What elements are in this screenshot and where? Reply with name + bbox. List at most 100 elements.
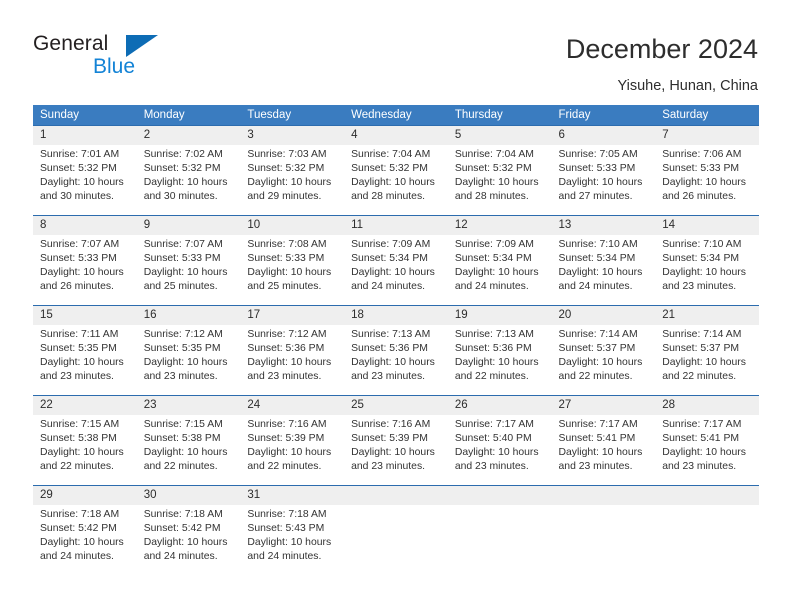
calendar-day-cell[interactable]: 26 Sunrise: 7:17 AM Sunset: 5:40 PM Dayligh… xyxy=(447,395,552,486)
day-sunrise-line: Sunrise: 7:07 AM xyxy=(40,239,120,250)
day-sunrise-line: Sunrise: 7:10 AM xyxy=(662,239,742,250)
calendar-day-cell[interactable]: 24 Sunrise: 7:16 AM Sunset: 5:39 PM Dayligh… xyxy=(240,395,345,486)
day-sunset-line: Sunset: 5:38 PM xyxy=(143,433,221,445)
day-number: 22 xyxy=(33,396,137,415)
day-details: Sunrise: 7:10 AM Sunset: 5:34 PM Daylight:… xyxy=(655,235,759,302)
day-sunset-line: Sunset: 5:33 PM xyxy=(662,163,740,175)
day-daylight-line: Daylight: 10 hours xyxy=(558,447,643,459)
calendar-day-cell[interactable]: 4 Sunrise: 7:04 AM Sunset: 5:32 PM Daylight… xyxy=(344,125,448,216)
day-number: 8 xyxy=(33,216,137,235)
calendar-day-cell[interactable]: 27 Sunrise: 7:17 AM Sunset: 5:41 PM Dayligh… xyxy=(551,395,656,486)
day-sunset-line: Sunset: 5:40 PM xyxy=(454,433,532,445)
calendar-day-cell[interactable]: 7 Sunrise: 7:06 AM Sunset: 5:33 PM Daylight… xyxy=(655,125,759,216)
day-sunrise-line: Sunrise: 7:15 AM xyxy=(143,419,223,430)
calendar-day-cell[interactable]: 10 Sunrise: 7:08 AM Sunset: 5:33 PM Dayligh… xyxy=(240,215,345,306)
calendar-day-cell[interactable]: 5 Sunrise: 7:04 AM Sunset: 5:32 PM Daylight… xyxy=(447,125,552,216)
day-number xyxy=(551,486,656,505)
day-sunset-line: Sunset: 5:33 PM xyxy=(40,253,117,265)
day-sunset-line: Sunset: 5:39 PM xyxy=(351,433,428,445)
day-sunrise-line: Sunrise: 7:01 AM xyxy=(40,149,120,160)
calendar-day-cell[interactable]: 22 Sunrise: 7:15 AM Sunset: 5:38 PM Dayligh… xyxy=(33,395,137,486)
day-sunset-line: Sunset: 5:36 PM xyxy=(351,343,428,355)
day-sunset-line: Sunset: 5:43 PM xyxy=(247,523,325,535)
day-sunrise-line: Sunrise: 7:14 AM xyxy=(662,329,742,340)
calendar-day-cell[interactable]: 25 Sunrise: 7:16 AM Sunset: 5:39 PM Dayligh… xyxy=(344,395,448,486)
day-sunrise-line: Sunrise: 7:18 AM xyxy=(143,509,223,520)
day-sunset-line: Sunset: 5:32 PM xyxy=(454,163,532,175)
calendar-day-cell[interactable]: 8 Sunrise: 7:07 AM Sunset: 5:33 PM Daylight… xyxy=(33,215,137,306)
day-daylight-line: Daylight: 10 hours xyxy=(247,357,332,369)
day-number: 18 xyxy=(344,306,448,325)
day-details: Sunrise: 7:13 AM Sunset: 5:36 PM Daylight:… xyxy=(448,325,552,392)
day-daylight-line: and 23 minutes. xyxy=(558,461,633,473)
calendar-day-cell[interactable]: 2 Sunrise: 7:02 AM Sunset: 5:32 PM Daylight… xyxy=(136,125,241,216)
calendar-day-cell[interactable]: 19 Sunrise: 7:13 AM Sunset: 5:36 PM Dayligh… xyxy=(447,305,552,396)
day-number: 30 xyxy=(136,486,241,505)
day-number: 21 xyxy=(655,306,759,325)
day-daylight-line: and 23 minutes. xyxy=(662,281,737,293)
day-details: Sunrise: 7:18 AM Sunset: 5:42 PM Daylight:… xyxy=(137,505,241,572)
logo-text-blue: Blue xyxy=(93,55,136,78)
day-sunrise-line: Sunrise: 7:16 AM xyxy=(247,419,327,430)
calendar-week-row: 29 Sunrise: 7:18 AM Sunset: 5:42 PM Dayligh… xyxy=(33,485,759,572)
day-daylight-line: Daylight: 10 hours xyxy=(454,357,539,369)
calendar-day-cell[interactable]: 15 Sunrise: 7:11 AM Sunset: 5:35 PM Dayligh… xyxy=(33,305,137,396)
calendar-day-cell[interactable]: 11 Sunrise: 7:09 AM Sunset: 5:34 PM Dayligh… xyxy=(344,215,448,306)
calendar-day-cell[interactable]: 20 Sunrise: 7:14 AM Sunset: 5:37 PM Dayligh… xyxy=(551,305,656,396)
day-sunrise-line: Sunrise: 7:11 AM xyxy=(40,329,119,340)
calendar-day-cell[interactable]: 30 Sunrise: 7:18 AM Sunset: 5:42 PM Dayligh… xyxy=(136,485,241,572)
day-details: Sunrise: 7:14 AM Sunset: 5:37 PM Daylight:… xyxy=(655,325,759,392)
generalblue-logo[interactable]: General Blue xyxy=(33,32,193,84)
day-number: 15 xyxy=(33,306,137,325)
day-number: 20 xyxy=(551,306,656,325)
day-number: 27 xyxy=(551,396,656,415)
day-daylight-line: and 30 minutes. xyxy=(40,191,114,203)
calendar-day-cell[interactable]: 31 Sunrise: 7:18 AM Sunset: 5:43 PM Dayligh… xyxy=(240,485,345,572)
day-daylight-line: Daylight: 10 hours xyxy=(662,357,746,369)
day-daylight-line: Daylight: 10 hours xyxy=(662,267,746,279)
calendar-day-cell[interactable]: 9 Sunrise: 7:07 AM Sunset: 5:33 PM Daylight… xyxy=(136,215,241,306)
calendar-day-cell-empty xyxy=(447,485,552,572)
day-details: Sunrise: 7:13 AM Sunset: 5:36 PM Daylight:… xyxy=(344,325,448,392)
calendar-day-cell[interactable]: 3 Sunrise: 7:03 AM Sunset: 5:32 PM Daylight… xyxy=(240,125,345,216)
calendar-day-cell[interactable]: 29 Sunrise: 7:18 AM Sunset: 5:42 PM Dayligh… xyxy=(33,485,137,572)
day-daylight-line: Daylight: 10 hours xyxy=(351,447,435,459)
day-daylight-line: Daylight: 10 hours xyxy=(247,447,332,459)
day-daylight-line: and 23 minutes. xyxy=(247,371,322,383)
day-sunrise-line: Sunrise: 7:13 AM xyxy=(351,329,431,340)
day-number: 31 xyxy=(240,486,345,505)
day-daylight-line: Daylight: 10 hours xyxy=(662,177,746,189)
day-sunset-line: Sunset: 5:41 PM xyxy=(558,433,636,445)
day-number xyxy=(344,486,448,505)
day-sunrise-line: Sunrise: 7:12 AM xyxy=(143,329,223,340)
day-details: Sunrise: 7:02 AM Sunset: 5:32 PM Daylight:… xyxy=(137,145,241,212)
day-details: Sunrise: 7:07 AM Sunset: 5:33 PM Daylight:… xyxy=(33,235,137,302)
day-sunrise-line: Sunrise: 7:14 AM xyxy=(558,329,638,340)
day-daylight-line: Daylight: 10 hours xyxy=(558,177,643,189)
day-sunset-line: Sunset: 5:36 PM xyxy=(247,343,325,355)
calendar-day-cell[interactable]: 23 Sunrise: 7:15 AM Sunset: 5:38 PM Dayligh… xyxy=(136,395,241,486)
calendar-day-cell[interactable]: 21 Sunrise: 7:14 AM Sunset: 5:37 PM Dayligh… xyxy=(655,305,759,396)
day-sunrise-line: Sunrise: 7:06 AM xyxy=(662,149,742,160)
calendar-day-cell[interactable]: 12 Sunrise: 7:09 AM Sunset: 5:34 PM Dayligh… xyxy=(447,215,552,306)
day-number: 1 xyxy=(33,126,137,145)
day-details: Sunrise: 7:04 AM Sunset: 5:32 PM Daylight:… xyxy=(344,145,448,212)
calendar-day-cell[interactable]: 28 Sunrise: 7:17 AM Sunset: 5:41 PM Dayligh… xyxy=(655,395,759,486)
calendar-day-cell[interactable]: 1 Sunrise: 7:01 AM Sunset: 5:32 PM Daylight… xyxy=(33,125,137,216)
calendar-day-cell[interactable]: 6 Sunrise: 7:05 AM Sunset: 5:33 PM Daylight… xyxy=(551,125,656,216)
calendar-day-cell[interactable]: 18 Sunrise: 7:13 AM Sunset: 5:36 PM Dayligh… xyxy=(344,305,448,396)
day-daylight-line: Daylight: 10 hours xyxy=(454,177,539,189)
day-sunset-line: Sunset: 5:32 PM xyxy=(143,163,221,175)
calendar-day-cell[interactable]: 14 Sunrise: 7:10 AM Sunset: 5:34 PM Dayligh… xyxy=(655,215,759,306)
calendar-day-cell[interactable]: 17 Sunrise: 7:12 AM Sunset: 5:36 PM Dayligh… xyxy=(240,305,345,396)
calendar-day-cell[interactable]: 13 Sunrise: 7:10 AM Sunset: 5:34 PM Dayligh… xyxy=(551,215,656,306)
day-daylight-line: Daylight: 10 hours xyxy=(143,177,228,189)
day-details: Sunrise: 7:14 AM Sunset: 5:37 PM Daylight:… xyxy=(552,325,656,392)
day-daylight-line: Daylight: 10 hours xyxy=(351,357,435,369)
day-number: 29 xyxy=(33,486,137,505)
day-details: Sunrise: 7:17 AM Sunset: 5:41 PM Daylight:… xyxy=(655,415,759,482)
calendar-day-cell[interactable]: 16 Sunrise: 7:12 AM Sunset: 5:35 PM Dayligh… xyxy=(136,305,241,396)
day-number: 28 xyxy=(655,396,759,415)
day-daylight-line: Daylight: 10 hours xyxy=(351,267,435,279)
day-daylight-line: and 24 minutes. xyxy=(247,551,322,563)
